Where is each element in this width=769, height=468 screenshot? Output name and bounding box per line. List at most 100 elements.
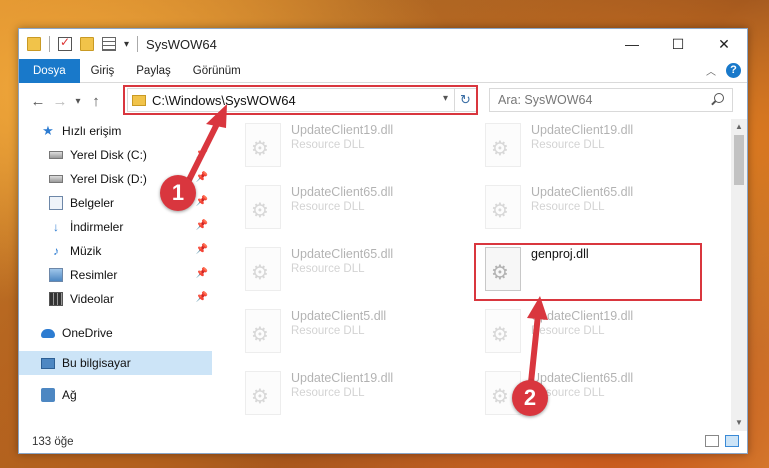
sidebar-item-label: Hızlı erişim (62, 124, 122, 138)
maximize-button[interactable]: ☐ (655, 29, 701, 59)
pin-icon[interactable]: 📌 (196, 148, 208, 159)
sidebar-item[interactable]: Ağ (19, 383, 212, 407)
sidebar-item-label: Müzik (70, 244, 102, 258)
pin-icon[interactable]: 📌 (196, 196, 208, 207)
sidebar-item-label: Videolar (70, 292, 114, 306)
large-icons-view-icon[interactable] (725, 435, 739, 447)
file-name: UpdateClient19.dll (531, 309, 634, 323)
file-item[interactable]: UpdateClient65.dllResource DLL (475, 369, 685, 427)
dll-file-icon (245, 309, 281, 353)
back-button[interactable]: ← (27, 93, 49, 110)
vertical-scrollbar[interactable]: ▲ ▼ (731, 119, 747, 431)
onedrive-icon (41, 328, 55, 338)
pin-icon[interactable]: 📌 (196, 172, 208, 183)
star-icon: ★ (42, 123, 54, 138)
network-icon (41, 388, 55, 402)
dll-file-icon (245, 123, 281, 167)
close-button[interactable]: ✕ (701, 29, 747, 59)
file-type: Resource DLL (291, 139, 365, 151)
file-name: UpdateClient19.dll (531, 123, 634, 137)
file-text: UpdateClient65.dll Resource DLL (531, 185, 633, 241)
file-text: UpdateClient19.dll Resource DLL (531, 123, 633, 179)
sidebar-item[interactable]: Videolar 📌 (19, 287, 212, 311)
scroll-up-icon[interactable]: ▲ (731, 119, 747, 135)
scroll-down-icon[interactable]: ▼ (731, 415, 747, 431)
drive-icon (49, 151, 63, 159)
ribbon-right-controls: ︿ ? (706, 63, 741, 78)
properties-check-icon[interactable] (58, 35, 72, 51)
file-type: Resource DLL (291, 201, 365, 213)
recent-locations-button[interactable]: ▾ (71, 96, 85, 107)
customize-toolbar-dropdown[interactable]: ▾ (124, 39, 129, 50)
file-item[interactable]: UpdateClient19.dll Resource DLL (475, 121, 685, 179)
file-text: UpdateClient5.dll Resource DLL (291, 309, 386, 365)
search-icon[interactable] (714, 93, 724, 103)
search-placeholder[interactable]: Ara: SysWOW64 (498, 93, 592, 107)
file-item[interactable]: UpdateClient65.dllResource DLL (235, 245, 445, 303)
dll-file-icon (245, 371, 281, 415)
file-name: UpdateClient19.dll (291, 123, 394, 137)
sidebar-item-label: OneDrive (62, 326, 113, 340)
scrollbar-thumb[interactable] (734, 135, 744, 185)
file-item[interactable]: UpdateClient65.dllResource DLL (235, 183, 445, 241)
window-title: SysWOW64 (146, 36, 217, 52)
minimize-button[interactable]: — (609, 29, 655, 59)
sidebar-item[interactable]: Yerel Disk (C:) 📌 (19, 143, 212, 167)
file-text: UpdateClient19.dll Resource DLL (291, 371, 393, 427)
file-item[interactable]: UpdateClient19.dll Resource DLL (235, 121, 445, 179)
file-type: Resource DLL (531, 139, 605, 151)
sidebar-item[interactable]: Resimler 📌 (19, 263, 212, 287)
file-item[interactable]: UpdateClient19.dll Resource DLL (235, 369, 445, 427)
pin-icon[interactable]: 📌 (196, 244, 208, 255)
file-type: Resource DLL (291, 325, 365, 337)
tab-share[interactable]: Paylaş (125, 59, 182, 83)
sidebar-item-label: Yerel Disk (C:) (70, 148, 147, 162)
pin-icon[interactable]: 📌 (196, 220, 208, 231)
callout-marker-2: 2 (512, 380, 548, 416)
videos-icon (49, 292, 63, 306)
help-icon[interactable]: ? (726, 63, 741, 78)
file-name: UpdateClient65.dll (531, 371, 634, 385)
pin-icon[interactable]: 📌 (196, 292, 208, 303)
sidebar-item-label: Ağ (62, 388, 77, 402)
download-icon: ↓ (53, 220, 59, 234)
forward-button[interactable]: → (49, 93, 71, 110)
file-item[interactable]: UpdateClient5.dll Resource DLL (235, 307, 445, 365)
documents-icon (49, 196, 63, 210)
pictures-icon (49, 268, 63, 282)
sidebar-item-label: İndirmeler (70, 220, 124, 234)
file-item[interactable]: UpdateClient19.dll Resource DLL (475, 307, 685, 365)
expand-ribbon-icon[interactable]: ︿ (706, 63, 716, 78)
file-item[interactable]: UpdateClient65.dll Resource DLL (475, 183, 685, 241)
file-text: UpdateClient65.dll Resource DLL (291, 247, 393, 303)
sidebar-item[interactable]: ♪ Müzik 📌 (19, 239, 212, 263)
properties-icon[interactable] (102, 37, 116, 51)
details-view-icon[interactable] (705, 435, 719, 447)
tab-home[interactable]: Giriş (80, 59, 126, 83)
music-icon: ♪ (53, 244, 59, 258)
dll-file-icon (245, 247, 281, 291)
file-type: Resource DLL (531, 325, 605, 337)
dll-file-icon (485, 309, 521, 353)
up-button[interactable]: ↑ (85, 93, 107, 110)
sidebar-item-label: Resimler (70, 268, 118, 282)
file-type: Resource DLL (531, 201, 605, 213)
folder-icon[interactable] (27, 37, 41, 51)
tab-file[interactable]: Dosya (19, 58, 80, 83)
sidebar-item[interactable]: OneDrive (19, 321, 212, 345)
item-count: 133 öğe (32, 436, 74, 448)
sidebar-item[interactable]: ★ Hızlı erişim (19, 119, 212, 143)
file-name: UpdateClient5.dll (291, 309, 387, 323)
file-name: UpdateClient65.dll (531, 185, 634, 199)
file-name: UpdateClient19.dll (291, 371, 394, 385)
tab-view[interactable]: Görünüm (182, 59, 252, 83)
sidebar-item[interactable]: Bu bilgisayar (19, 351, 212, 375)
drive-icon (49, 175, 63, 183)
callout-marker-1: 1 (160, 175, 196, 211)
pin-icon[interactable]: 📌 (196, 268, 208, 279)
sidebar-item[interactable]: ↓ İndirmeler 📌 (19, 215, 212, 239)
title-bar: ▾ SysWOW64 — ☐ ✕ (19, 29, 747, 59)
new-folder-icon[interactable] (80, 37, 94, 51)
search-box[interactable]: Ara: SysWOW64 (489, 88, 733, 112)
file-text: UpdateClient19.dll Resource DLL (291, 123, 393, 179)
